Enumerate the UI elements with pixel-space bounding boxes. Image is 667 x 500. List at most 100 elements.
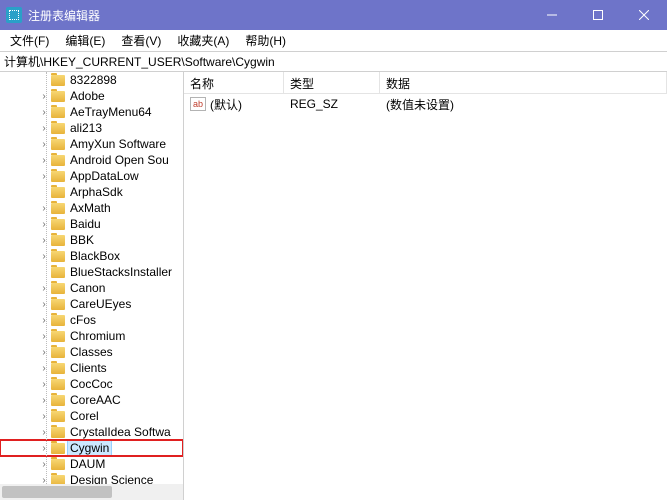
tree-node-label: Corel [68, 409, 101, 423]
expand-chevron-icon[interactable]: › [38, 299, 50, 310]
tree-node-label: AxMath [68, 201, 113, 215]
expand-chevron-icon[interactable]: › [38, 347, 50, 358]
tree-node-baidu[interactable]: ›Baidu [0, 216, 183, 232]
tree-node-cfos[interactable]: ›cFos [0, 312, 183, 328]
expand-chevron-icon[interactable]: › [38, 427, 50, 438]
address-bar[interactable]: 计算机\HKEY_CURRENT_USER\Software\Cygwin [0, 52, 667, 72]
tree-node-clients[interactable]: › Clients [0, 360, 183, 376]
address-path: 计算机\HKEY_CURRENT_USER\Software\Cygwin [4, 53, 275, 70]
regedit-app-icon [6, 7, 22, 23]
menu-view[interactable]: 查看(V) [113, 30, 169, 51]
value-data: (数值未设置) [380, 96, 667, 113]
tree-node-label: Cygwin [68, 441, 111, 455]
column-name[interactable]: 名称 [184, 72, 284, 93]
maximize-button[interactable] [575, 0, 621, 30]
tree-node-label: CoreAAC [68, 393, 123, 407]
folder-icon [51, 219, 65, 230]
folder-icon [51, 251, 65, 262]
values-list-pane: 名称 类型 数据 ab (默认) REG_SZ(数值未设置) [184, 72, 667, 500]
tree-node-careueyes[interactable]: ›CareUEyes [0, 296, 183, 312]
expand-chevron-icon[interactable]: › [38, 203, 50, 214]
window-title: 注册表编辑器 [28, 7, 100, 24]
folder-icon [51, 315, 65, 326]
tree-node-coccoc[interactable]: ›CocCoc [0, 376, 183, 392]
expand-chevron-icon[interactable]: › [38, 155, 50, 166]
tree-node-ali213[interactable]: ›ali213 [0, 120, 183, 136]
tree-node-crystalidea-softwa[interactable]: ›CrystalIdea Softwa [0, 424, 183, 440]
expand-chevron-icon[interactable]: › [38, 459, 50, 470]
expand-chevron-icon[interactable]: › [38, 235, 50, 246]
window-titlebar: 注册表编辑器 [0, 0, 667, 30]
expand-chevron-icon[interactable]: › [38, 443, 50, 454]
tree-node-label: Design Science [68, 473, 155, 484]
minimize-button[interactable] [529, 0, 575, 30]
expand-chevron-icon[interactable]: › [38, 315, 50, 326]
expand-chevron-icon[interactable]: › [38, 251, 50, 262]
value-type: REG_SZ [284, 97, 380, 111]
tree-node-canon[interactable]: ›Canon [0, 280, 183, 296]
horizontal-scrollbar[interactable] [0, 484, 183, 500]
tree-node-label: AmyXun Software [68, 137, 168, 151]
expand-chevron-icon[interactable]: › [38, 123, 50, 134]
folder-icon [51, 235, 65, 246]
tree-node-amyxun-software[interactable]: › AmyXun Software [0, 136, 183, 152]
value-name: (默认) [210, 96, 242, 113]
tree-node-cygwin[interactable]: › Cygwin [0, 440, 183, 456]
value-row[interactable]: ab (默认) REG_SZ(数值未设置) [184, 94, 667, 114]
column-type[interactable]: 类型 [284, 72, 380, 93]
menu-favorites[interactable]: 收藏夹(A) [169, 30, 237, 51]
tree-node-label: Clients [68, 361, 109, 375]
folder-icon [51, 123, 65, 134]
tree-node-corel[interactable]: › Corel [0, 408, 183, 424]
expand-chevron-icon[interactable]: › [38, 395, 50, 406]
folder-icon [51, 283, 65, 294]
tree-node-bbk[interactable]: ›BBK [0, 232, 183, 248]
menu-help[interactable]: 帮助(H) [237, 30, 294, 51]
tree-node-label: Android Open Sou [68, 153, 171, 167]
tree-node-label: ArphaSdk [68, 185, 125, 199]
tree-node-bluestacksinstaller[interactable]: ›BlueStacksInstaller [0, 264, 183, 280]
folder-icon [51, 267, 65, 278]
folder-icon [51, 459, 65, 470]
tree-node-8322898[interactable]: ›8322898 [0, 72, 183, 88]
folder-icon [51, 411, 65, 422]
tree-node-label: AppDataLow [68, 169, 141, 183]
tree-node-coreaac[interactable]: › CoreAAC [0, 392, 183, 408]
menu-edit[interactable]: 编辑(E) [57, 30, 113, 51]
folder-icon [51, 427, 65, 438]
tree-node-appdatalow[interactable]: › AppDataLow [0, 168, 183, 184]
folder-icon [51, 91, 65, 102]
menu-bar: 文件(F) 编辑(E) 查看(V) 收藏夹(A) 帮助(H) [0, 30, 667, 52]
tree-node-adobe[interactable]: ›Adobe [0, 88, 183, 104]
expand-chevron-icon[interactable]: › [38, 363, 50, 374]
expand-chevron-icon[interactable]: › [38, 91, 50, 102]
scrollbar-thumb[interactable] [2, 486, 112, 498]
expand-chevron-icon[interactable]: › [38, 107, 50, 118]
tree-node-aetraymenu64[interactable]: ›AeTrayMenu64 [0, 104, 183, 120]
expand-chevron-icon[interactable]: › [38, 219, 50, 230]
tree-node-classes[interactable]: ›Classes [0, 344, 183, 360]
expand-chevron-icon[interactable]: › [38, 171, 50, 182]
tree-node-arphasdk[interactable]: ›ArphaSdk [0, 184, 183, 200]
tree-node-chromium[interactable]: ›Chromium [0, 328, 183, 344]
expand-chevron-icon[interactable]: › [38, 475, 50, 485]
expand-chevron-icon[interactable]: › [38, 411, 50, 422]
tree-node-axmath[interactable]: › AxMath [0, 200, 183, 216]
tree-node-design-science[interactable]: › Design Science [0, 472, 183, 484]
expand-chevron-icon[interactable]: › [38, 283, 50, 294]
column-data[interactable]: 数据 [380, 72, 667, 93]
tree-node-daum[interactable]: › DAUM [0, 456, 183, 472]
close-button[interactable] [621, 0, 667, 30]
tree-node-label: DAUM [68, 457, 107, 471]
tree-node-label: BlueStacksInstaller [68, 265, 174, 279]
expand-chevron-icon[interactable]: › [38, 331, 50, 342]
menu-file[interactable]: 文件(F) [2, 30, 57, 51]
tree-node-blackbox[interactable]: ›BlackBox [0, 248, 183, 264]
expand-chevron-icon[interactable]: › [38, 139, 50, 150]
expand-chevron-icon[interactable]: › [38, 379, 50, 390]
folder-icon [51, 363, 65, 374]
folder-icon [51, 155, 65, 166]
tree-node-android-open-sou[interactable]: › Android Open Sou [0, 152, 183, 168]
string-value-icon: ab [190, 97, 206, 111]
folder-icon [51, 187, 65, 198]
